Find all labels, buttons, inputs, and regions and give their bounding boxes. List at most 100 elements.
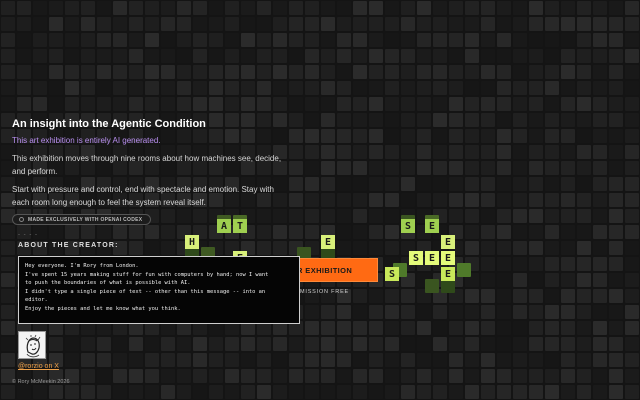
grid-tile xyxy=(81,97,95,111)
grid-tile xyxy=(545,289,559,303)
grid-tile xyxy=(561,17,575,31)
grid-tile xyxy=(465,305,479,319)
grid-tile xyxy=(113,33,127,47)
grid-tile xyxy=(385,33,399,47)
grid-tile xyxy=(545,273,559,287)
grid-tile xyxy=(1,225,15,239)
grid-tile xyxy=(369,129,383,143)
grid-tile xyxy=(321,49,335,63)
grid-tile xyxy=(433,113,447,127)
grid-tile xyxy=(65,81,79,95)
grid-tile xyxy=(449,369,463,383)
grid-tile xyxy=(209,97,223,111)
grid-tile xyxy=(161,337,175,351)
grid-tile xyxy=(481,369,495,383)
grid-tile xyxy=(625,273,639,287)
tooltip-line: Hey everyone. I'm Rory from London. xyxy=(25,263,139,269)
grid-tile xyxy=(161,49,175,63)
grid-tile xyxy=(305,209,319,223)
sketch-portrait-icon xyxy=(25,334,41,358)
creator-avatar[interactable] xyxy=(18,331,46,359)
grid-tile xyxy=(353,129,367,143)
grid-tile xyxy=(577,1,591,15)
grid-tile xyxy=(401,97,415,111)
grid-tile xyxy=(577,305,591,319)
grid-tile xyxy=(593,65,607,79)
grid-tile xyxy=(417,161,431,175)
grid-tile xyxy=(417,65,431,79)
grid-tile xyxy=(1,33,15,47)
grid-tile xyxy=(577,33,591,47)
grid-tile xyxy=(289,337,303,351)
grid-tile xyxy=(193,33,207,47)
grid-tile xyxy=(465,113,479,127)
grid-tile xyxy=(417,193,431,207)
grid-tile xyxy=(417,369,431,383)
grid-tile xyxy=(129,225,143,239)
grid-tile xyxy=(561,385,575,399)
grid-tile xyxy=(497,145,511,159)
grid-tile xyxy=(529,17,543,31)
grid-tile xyxy=(609,49,623,63)
grid-tile xyxy=(337,65,351,79)
grid-tile xyxy=(129,65,143,79)
grid-tile xyxy=(609,97,623,111)
grid-tile xyxy=(513,305,527,319)
grid-tile xyxy=(561,193,575,207)
grid-tile xyxy=(513,17,527,31)
grid-tile xyxy=(289,353,303,367)
grid-tile xyxy=(257,17,271,31)
grid-tile xyxy=(385,225,399,239)
grid-tile xyxy=(417,337,431,351)
grid-tile xyxy=(609,193,623,207)
grid-tile xyxy=(1,337,15,351)
grid-tile xyxy=(529,273,543,287)
grid-tile xyxy=(289,385,303,399)
grid-tile xyxy=(241,97,255,111)
grid-tile xyxy=(577,113,591,127)
grid-tile xyxy=(481,97,495,111)
grid-tile xyxy=(529,369,543,383)
grid-tile xyxy=(417,129,431,143)
grid-tile xyxy=(353,65,367,79)
grid-tile xyxy=(209,369,223,383)
grid-tile xyxy=(65,1,79,15)
grid-tile xyxy=(369,65,383,79)
grid-tile xyxy=(529,81,543,95)
grid-tile xyxy=(465,1,479,15)
grid-tile xyxy=(481,145,495,159)
grid-tile xyxy=(609,385,623,399)
creator-x-link[interactable]: @rorzio on X xyxy=(18,363,59,370)
grid-tile xyxy=(529,33,543,47)
grid-tile xyxy=(337,321,351,335)
grid-tile xyxy=(385,81,399,95)
grid-tile xyxy=(497,161,511,175)
grid-tile xyxy=(513,65,527,79)
grid-tile xyxy=(337,193,351,207)
grid-tile xyxy=(161,1,175,15)
grid-tile xyxy=(353,145,367,159)
grid-tile xyxy=(321,193,335,207)
grid-tile xyxy=(513,385,527,399)
grid-tile xyxy=(593,33,607,47)
grid-tile xyxy=(161,17,175,31)
grid-tile xyxy=(433,97,447,111)
grid-tile xyxy=(369,177,383,191)
grid-tile xyxy=(369,81,383,95)
grid-tile xyxy=(353,337,367,351)
grid-tile xyxy=(481,1,495,15)
grid-tile xyxy=(97,65,111,79)
grid-tile xyxy=(225,81,239,95)
grid-tile xyxy=(465,337,479,351)
grid-tile xyxy=(593,273,607,287)
grid-tile xyxy=(497,177,511,191)
grid-tile xyxy=(177,49,191,63)
grid-tile xyxy=(545,97,559,111)
grid-tile xyxy=(145,81,159,95)
grid-tile xyxy=(225,17,239,31)
grid-tile xyxy=(257,225,271,239)
grid-tile xyxy=(385,369,399,383)
grid-tile xyxy=(225,49,239,63)
grid-tile xyxy=(401,1,415,15)
grid-tile xyxy=(129,353,143,367)
